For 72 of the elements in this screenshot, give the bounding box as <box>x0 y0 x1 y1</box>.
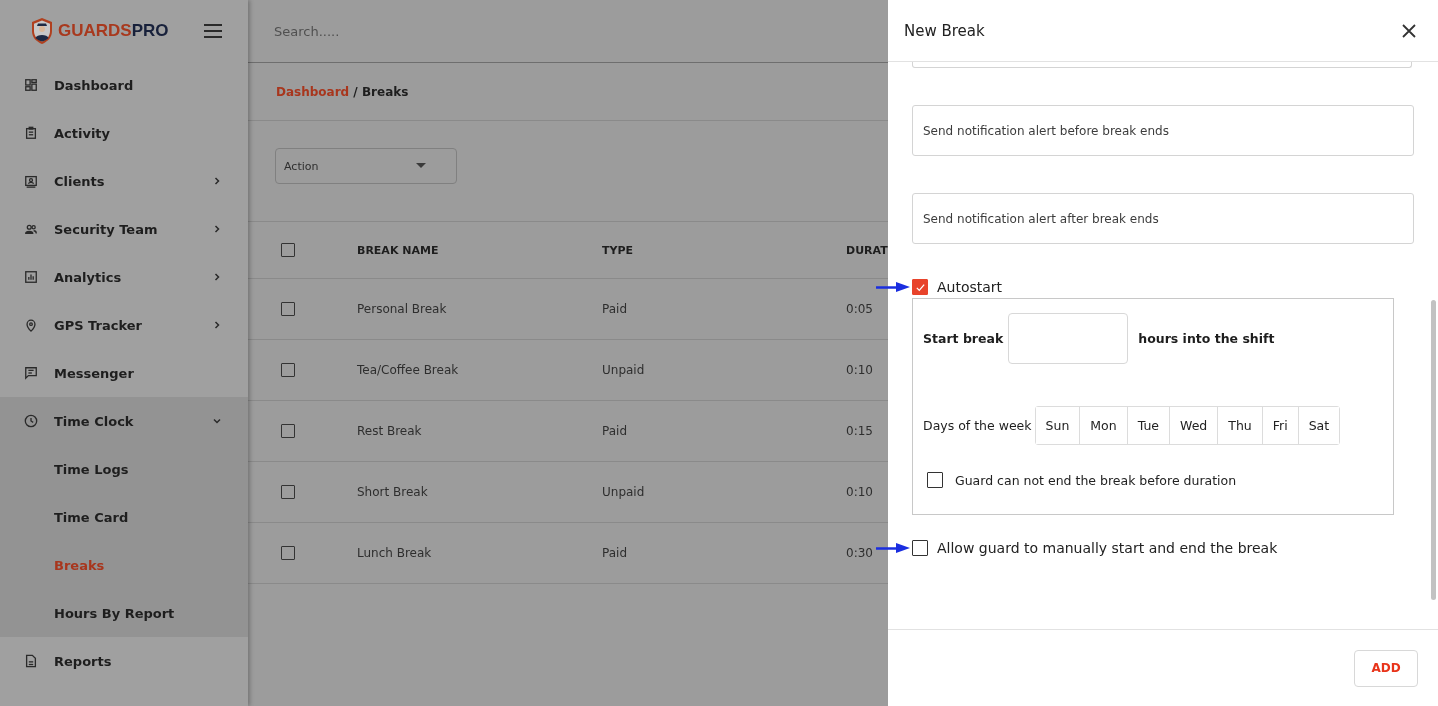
checkbox-label: Guard can not end the break before duration <box>955 472 1237 488</box>
table-cell: 0:05 <box>846 302 873 316</box>
search-field[interactable]: Search..... <box>272 22 576 40</box>
table-cell: Paid <box>602 546 627 560</box>
sidebar-subitem[interactable]: Time Logs <box>0 445 248 493</box>
table-cell: Tea/Coffee Break <box>357 363 459 377</box>
sidebar-item[interactable]: Security Team <box>0 205 248 253</box>
clock-icon <box>24 414 38 428</box>
table-cell: Unpaid <box>602 485 645 499</box>
close-icon[interactable] <box>1402 23 1416 38</box>
manual-checkbox[interactable] <box>912 540 928 556</box>
input-field[interactable]: Send notification alert after break ends <box>912 193 1414 244</box>
checkbox-label: Allow guard to manually start and end the break <box>937 540 1278 556</box>
contact-card-icon <box>24 174 38 188</box>
table-cell: Short Break <box>357 485 428 499</box>
sidebar-item[interactable]: Analytics <box>0 253 248 301</box>
bar-chart-icon <box>24 270 38 284</box>
sidebar-item[interactable]: Reports <box>0 637 248 685</box>
table-cell: 0:15 <box>846 424 873 438</box>
sidebar-subitem[interactable]: Time Card <box>0 493 248 541</box>
table-cell: 0:10 <box>846 363 873 377</box>
select-all-checkbox[interactable] <box>281 243 295 257</box>
field-label: hours into the shift <box>1138 331 1275 346</box>
guard-shield-logo <box>30 16 54 45</box>
grid-icon <box>24 78 38 92</box>
people-icon <box>24 222 38 236</box>
menu-icon[interactable] <box>204 23 222 38</box>
breadcrumb-current: / Breaks <box>352 84 409 99</box>
table-cell: Unpaid <box>602 363 645 377</box>
scrollbar-thumb[interactable] <box>1431 300 1436 600</box>
add-button[interactable]: ADD <box>1354 649 1418 687</box>
brand-name: GUARDSPRO <box>58 20 169 41</box>
sidebar-item[interactable]: Dashboard <box>0 61 248 109</box>
table-cell: Paid <box>602 302 627 316</box>
column-header: DURAT <box>846 244 888 257</box>
sidebar-item[interactable]: GPS Tracker <box>0 301 248 349</box>
row-checkbox[interactable] <box>281 302 295 316</box>
column-header: BREAK NAME <box>357 244 439 257</box>
autostart-checkbox[interactable] <box>912 279 928 295</box>
column-header: TYPE <box>602 244 634 257</box>
checkbox-label: Autostart <box>937 279 1003 295</box>
annotation-arrow <box>876 281 910 293</box>
sidebar-item[interactable]: Clients <box>0 157 248 205</box>
sidebar-subitem[interactable]: Hours By Report <box>0 589 248 637</box>
action-dropdown[interactable]: Action <box>275 148 457 184</box>
annotation-arrow <box>876 542 910 554</box>
caret-icon <box>416 163 426 169</box>
table-cell: Personal Break <box>357 302 447 316</box>
drawer-title: New Break <box>904 21 985 40</box>
table-cell: Rest Break <box>357 424 422 438</box>
row-checkbox[interactable] <box>281 363 295 377</box>
field-label: Start break <box>923 331 1004 346</box>
sidebar-item[interactable]: Time Clock <box>0 397 248 445</box>
table-cell: Lunch Break <box>357 546 432 560</box>
field-label: Days of the week <box>923 418 1032 433</box>
checkbox[interactable] <box>927 472 943 488</box>
input-field[interactable]: Send notification alert before break ends <box>912 105 1414 156</box>
chat-icon <box>24 366 38 380</box>
hours-input[interactable] <box>1008 313 1129 364</box>
row-checkbox[interactable] <box>281 485 295 499</box>
clipboard-icon <box>24 126 38 140</box>
row-checkbox[interactable] <box>281 546 295 560</box>
sidebar-item[interactable]: Activity <box>0 109 248 157</box>
sidebar-item[interactable]: Messenger <box>0 349 248 397</box>
document-icon <box>24 654 38 668</box>
day-toggle[interactable]: Sat <box>1297 407 1340 444</box>
input-field[interactable] <box>912 62 1412 68</box>
table-cell: Paid <box>602 424 627 438</box>
table-cell: 0:30 <box>846 546 873 560</box>
location-pin-icon <box>24 318 38 332</box>
table-cell: 0:10 <box>846 485 873 499</box>
row-checkbox[interactable] <box>281 424 295 438</box>
